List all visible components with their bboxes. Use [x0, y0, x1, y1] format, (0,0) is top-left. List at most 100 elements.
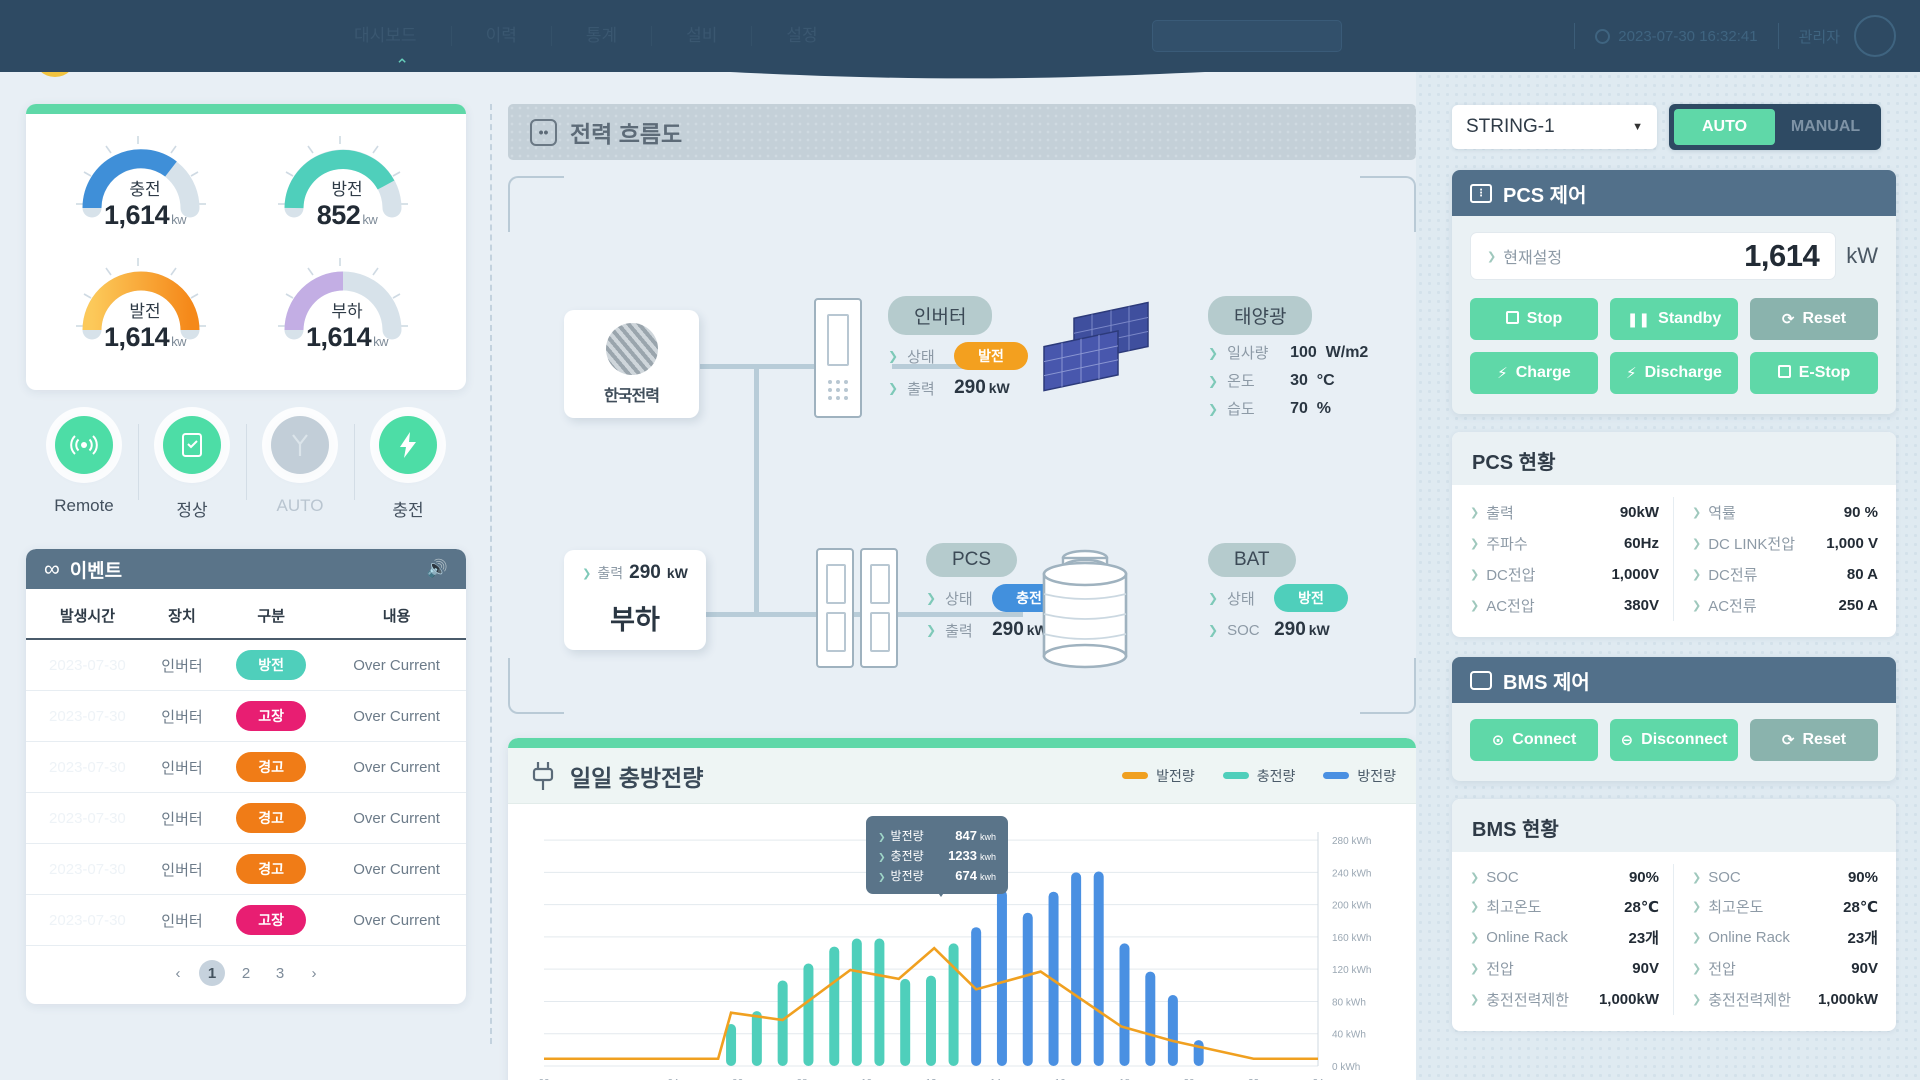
chevron-right-icon: ❯ — [1470, 872, 1480, 884]
gauge-number: 852 — [316, 200, 361, 230]
kv-row: ❯ 전압 90V — [1470, 953, 1659, 984]
status-item-remote[interactable]: Remote — [30, 416, 138, 521]
mode-toggle[interactable]: AUTO MANUAL — [1669, 104, 1881, 150]
chart-bar — [1145, 971, 1156, 1066]
tooltip-unit: kwh — [979, 831, 996, 842]
status-item-auto[interactable]: AUTO — [246, 416, 354, 521]
header-divider — [1574, 23, 1576, 49]
gauge-grid: 충전 1,614 kw 방전 852 kw 발전 1,614 kw 부하 1,6… — [26, 114, 466, 368]
kv-row: ❯ 출력 90kW — [1470, 497, 1659, 528]
chevron-right-icon[interactable]: › — [301, 960, 327, 986]
chart-bar — [751, 1011, 762, 1066]
string-select[interactable]: STRING-1 ▼ — [1452, 105, 1657, 149]
wire-kepco-inverter — [700, 364, 818, 369]
solar-key: 일사량 — [1227, 345, 1269, 362]
pcs-control-title: PCS 제어 — [1503, 184, 1587, 207]
page-2[interactable]: 2 — [233, 960, 259, 986]
nav-separator — [651, 26, 653, 46]
pcs-output-key: 출력 — [945, 622, 973, 640]
power-icon — [1595, 28, 1611, 44]
inverter-status-key: 상태 — [907, 348, 935, 366]
inverter-output-row: ❯ 출력 290 kW — [888, 377, 1028, 399]
kv-cell: ❯ 최고온도 28℃ — [1470, 891, 1674, 922]
tooltip-unit: kwh — [979, 851, 996, 862]
bms-status-grid: ❯ SOC 90% ❯ SOC 90% ❯ 최고온도 28℃ ❯ 최고온도 28℃ ❯ Online Ra… — [1452, 852, 1896, 1031]
speaker-icon[interactable]: 🔊 — [427, 559, 448, 579]
nav-item-0[interactable]: 대시보드 — [320, 0, 451, 72]
table-row[interactable]: 2023-07-30 인버터 경고 Over Current — [26, 792, 466, 844]
mode-manual-button[interactable]: MANUAL — [1775, 109, 1876, 145]
button-label: Standby — [1658, 310, 1722, 327]
chart-tooltip: ❯ 발전량 847 kwh ❯ 충전량 1233 kwh ❯ 방전량 674 kwh — [866, 816, 1008, 894]
cell-device: 인버터 — [148, 843, 216, 895]
legend-item[interactable]: 발전량 — [1122, 766, 1195, 786]
standby-button[interactable]: ❚❚ Standby — [1610, 298, 1738, 340]
chevron-right-icon: ❯ — [1208, 591, 1219, 605]
pcs-setting-field[interactable]: ❯ 현재설정 1,614 — [1470, 232, 1837, 280]
solar-row: ❯ 일사량 100 W/m2 — [1208, 342, 1368, 363]
refresh-icon: ⟳ — [1781, 311, 1795, 328]
connect-button[interactable]: ⊙ Connect — [1470, 719, 1598, 761]
status-badge: 고장 — [236, 701, 307, 731]
e-stop-button[interactable]: E-Stop — [1750, 352, 1878, 394]
page-1[interactable]: 1 — [199, 960, 225, 986]
status-item-normal[interactable]: 정상 — [138, 416, 246, 521]
table-row[interactable]: 2023-07-30 인버터 경고 Over Current — [26, 843, 466, 895]
status-badge: 경고 — [236, 803, 307, 833]
legend-item[interactable]: 방전량 — [1323, 766, 1396, 786]
nav-item-4[interactable]: 설정 — [752, 0, 851, 72]
avatar[interactable] — [1854, 15, 1896, 57]
flow-title: 전력 흐름도 — [570, 121, 683, 147]
frame-corner — [508, 176, 564, 232]
gauge-value: 852 kw — [246, 200, 448, 231]
chevron-up-icon[interactable]: ⌃ — [395, 56, 409, 76]
col-detail: 내용 — [382, 608, 411, 625]
solar-value: 30 °C — [1290, 371, 1335, 389]
kv-row: ❯ SOC 90% — [1692, 864, 1878, 891]
discharge-button[interactable]: ⚡ Discharge — [1610, 352, 1738, 394]
disconnect-button[interactable]: ⊖ Disconnect — [1610, 719, 1738, 761]
kv-key: DC LINK전압 — [1708, 536, 1795, 553]
header-search-input[interactable] — [1152, 20, 1342, 52]
daily-chart-card: 일일 충방전량 발전량 충전량 방전량 0 kWh 40 kWh 80 kWh 120 k… — [508, 738, 1416, 1080]
button-label: Reset — [1802, 731, 1847, 748]
mode-auto-button[interactable]: AUTO — [1674, 109, 1775, 145]
kv-cell: ❯ SOC 90% — [1470, 864, 1674, 891]
cell-type: 경고 — [215, 843, 328, 895]
pcs-status-grid: ❯ 출력 90kW ❯ 역률 90 % ❯ 주파수 60Hz ❯ DC LINK전압 1,000 V ❯… — [1452, 485, 1896, 637]
charge-button[interactable]: ⚡ Charge — [1470, 352, 1598, 394]
bms-control-header: BMS 제어 — [1452, 657, 1896, 703]
status-item-charge[interactable]: 충전 — [354, 416, 462, 521]
nav-item-3[interactable]: 설비 — [652, 0, 751, 72]
table-row[interactable]: 2023-07-30 인버터 고장 Over Current — [26, 894, 466, 946]
nav-item-1[interactable]: 이력 — [452, 0, 551, 72]
kv-value: 80 A — [1846, 566, 1878, 583]
load-name: 부하 — [610, 605, 660, 635]
legend-item[interactable]: 충전량 — [1222, 766, 1295, 786]
kv-row: ❯ DC전류 80 A — [1692, 559, 1878, 590]
stop-button[interactable]: Stop — [1470, 298, 1598, 340]
table-row[interactable]: 2023-07-30 인버터 고장 Over Current — [26, 690, 466, 742]
battery-icon — [1470, 670, 1492, 690]
chevron-left-icon[interactable]: ‹ — [165, 960, 191, 986]
reset-button[interactable]: ⟳ Reset — [1750, 298, 1878, 340]
chart-bar — [803, 963, 814, 1066]
table-row[interactable]: 2023-07-30 인버터 경고 Over Current — [26, 741, 466, 793]
kepco-node: 한국전력 — [564, 310, 699, 418]
pause-icon: ❚❚ — [1626, 310, 1651, 327]
page-3[interactable]: 3 — [267, 960, 293, 986]
reset-button[interactable]: ⟳ Reset — [1750, 719, 1878, 761]
y-tick-label: 40 kWh — [1332, 1030, 1366, 1041]
button-label: Discharge — [1644, 364, 1722, 381]
kv-key: 전압 — [1708, 961, 1736, 978]
status-badge: 경고 — [236, 854, 307, 884]
gauge-label: 충전 — [129, 180, 161, 199]
table-row[interactable]: 2023-07-30 인버터 방전 Over Current — [26, 639, 466, 691]
bms-control-title: BMS 제어 — [1503, 671, 1590, 694]
status-button-row: Remote 정상 AUTO 충전 — [26, 416, 466, 521]
nav-item-2[interactable]: 통계 — [552, 0, 651, 72]
kv-cell: ❯ Online Rack 23개 — [1470, 922, 1674, 953]
kv-value: 250 A — [1838, 597, 1878, 614]
chart-bar — [726, 1024, 737, 1066]
kv-cell: ❯ 역률 90 % — [1674, 497, 1878, 528]
